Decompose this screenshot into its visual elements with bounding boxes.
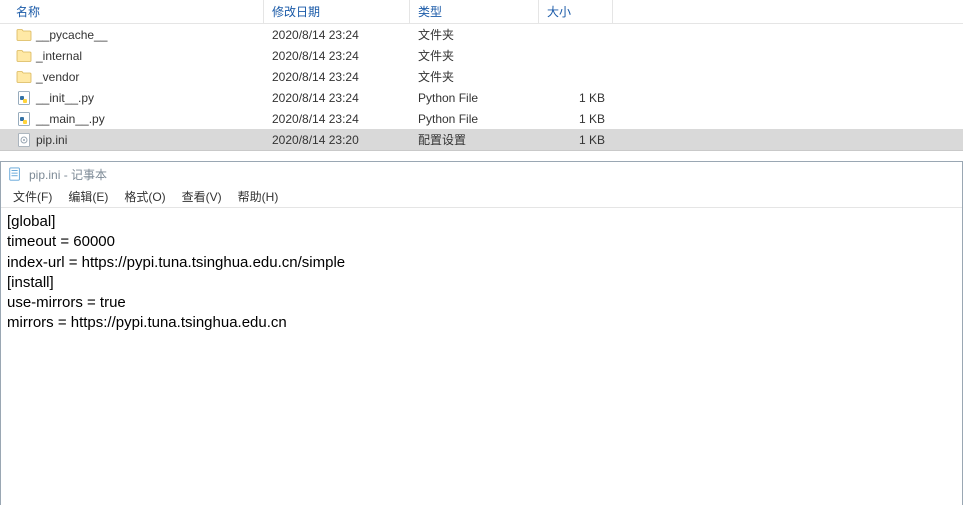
folder-icon xyxy=(16,48,32,64)
file-row[interactable]: pip.ini 2020/8/14 23:20配置设置1 KB xyxy=(0,129,963,150)
file-list: __pycache__2020/8/14 23:24文件夹 _internal2… xyxy=(0,24,963,150)
notepad-icon xyxy=(7,166,23,182)
file-size: 1 KB xyxy=(539,91,613,105)
pyfile-icon xyxy=(16,90,32,106)
inifile-icon xyxy=(16,132,32,148)
notepad-content[interactable]: [global] timeout = 60000 index-url = htt… xyxy=(1,208,962,338)
file-name: __pycache__ xyxy=(36,28,107,42)
file-type: 文件夹 xyxy=(410,68,539,85)
pyfile-icon xyxy=(16,111,32,127)
file-name: __main__.py xyxy=(36,112,105,126)
file-name-cell: _internal xyxy=(0,48,264,64)
file-row[interactable]: _vendor 2020/8/14 23:24文件夹 xyxy=(0,66,963,87)
notepad-window: pip.ini - 记事本 文件(F) 编辑(E) 格式(O) 查看(V) 帮助… xyxy=(0,161,963,505)
menu-format[interactable]: 格式(O) xyxy=(118,186,171,207)
file-type: 文件夹 xyxy=(410,47,539,64)
menu-view[interactable]: 查看(V) xyxy=(176,186,228,207)
file-row[interactable]: __init__.py 2020/8/14 23:24Python File1 K… xyxy=(0,87,963,108)
file-size: 1 KB xyxy=(539,133,613,147)
file-type: 文件夹 xyxy=(410,26,539,43)
file-date: 2020/8/14 23:24 xyxy=(264,28,410,42)
file-explorer: 名称 修改日期 类型 大小 __pycache__ 2020/8/14 23:24… xyxy=(0,0,963,151)
column-header-date[interactable]: 修改日期 xyxy=(264,0,410,23)
folder-icon xyxy=(16,27,32,43)
file-type: Python File xyxy=(410,112,539,126)
column-header-type[interactable]: 类型 xyxy=(410,0,539,23)
file-name-cell: pip.ini xyxy=(0,132,264,148)
file-name: _internal xyxy=(36,49,82,63)
file-date: 2020/8/14 23:24 xyxy=(264,70,410,84)
file-name-cell: __main__.py xyxy=(0,111,264,127)
file-size: 1 KB xyxy=(539,112,613,126)
menu-help[interactable]: 帮助(H) xyxy=(232,186,285,207)
file-type: Python File xyxy=(410,91,539,105)
file-name-cell: _vendor xyxy=(0,69,264,85)
menu-edit[interactable]: 编辑(E) xyxy=(62,186,114,207)
file-name-cell: __init__.py xyxy=(0,90,264,106)
notepad-menubar: 文件(F) 编辑(E) 格式(O) 查看(V) 帮助(H) xyxy=(1,186,962,208)
file-date: 2020/8/14 23:24 xyxy=(264,91,410,105)
file-row[interactable]: _internal 2020/8/14 23:24文件夹 xyxy=(0,45,963,66)
file-type: 配置设置 xyxy=(410,131,539,148)
notepad-titlebar[interactable]: pip.ini - 记事本 xyxy=(1,162,962,186)
folder-icon xyxy=(16,69,32,85)
column-header-name[interactable]: 名称 xyxy=(0,0,264,23)
file-date: 2020/8/14 23:20 xyxy=(264,133,410,147)
file-name: __init__.py xyxy=(36,91,94,105)
menu-file[interactable]: 文件(F) xyxy=(7,186,58,207)
file-name: _vendor xyxy=(36,70,79,84)
file-date: 2020/8/14 23:24 xyxy=(264,112,410,126)
file-row[interactable]: __pycache__ 2020/8/14 23:24文件夹 xyxy=(0,24,963,45)
column-header-size[interactable]: 大小 xyxy=(539,0,613,23)
file-name: pip.ini xyxy=(36,133,67,147)
file-date: 2020/8/14 23:24 xyxy=(264,49,410,63)
file-row[interactable]: __main__.py 2020/8/14 23:24Python File1 K… xyxy=(0,108,963,129)
notepad-title: pip.ini - 记事本 xyxy=(29,166,107,183)
file-name-cell: __pycache__ xyxy=(0,27,264,43)
column-headers: 名称 修改日期 类型 大小 xyxy=(0,0,963,24)
